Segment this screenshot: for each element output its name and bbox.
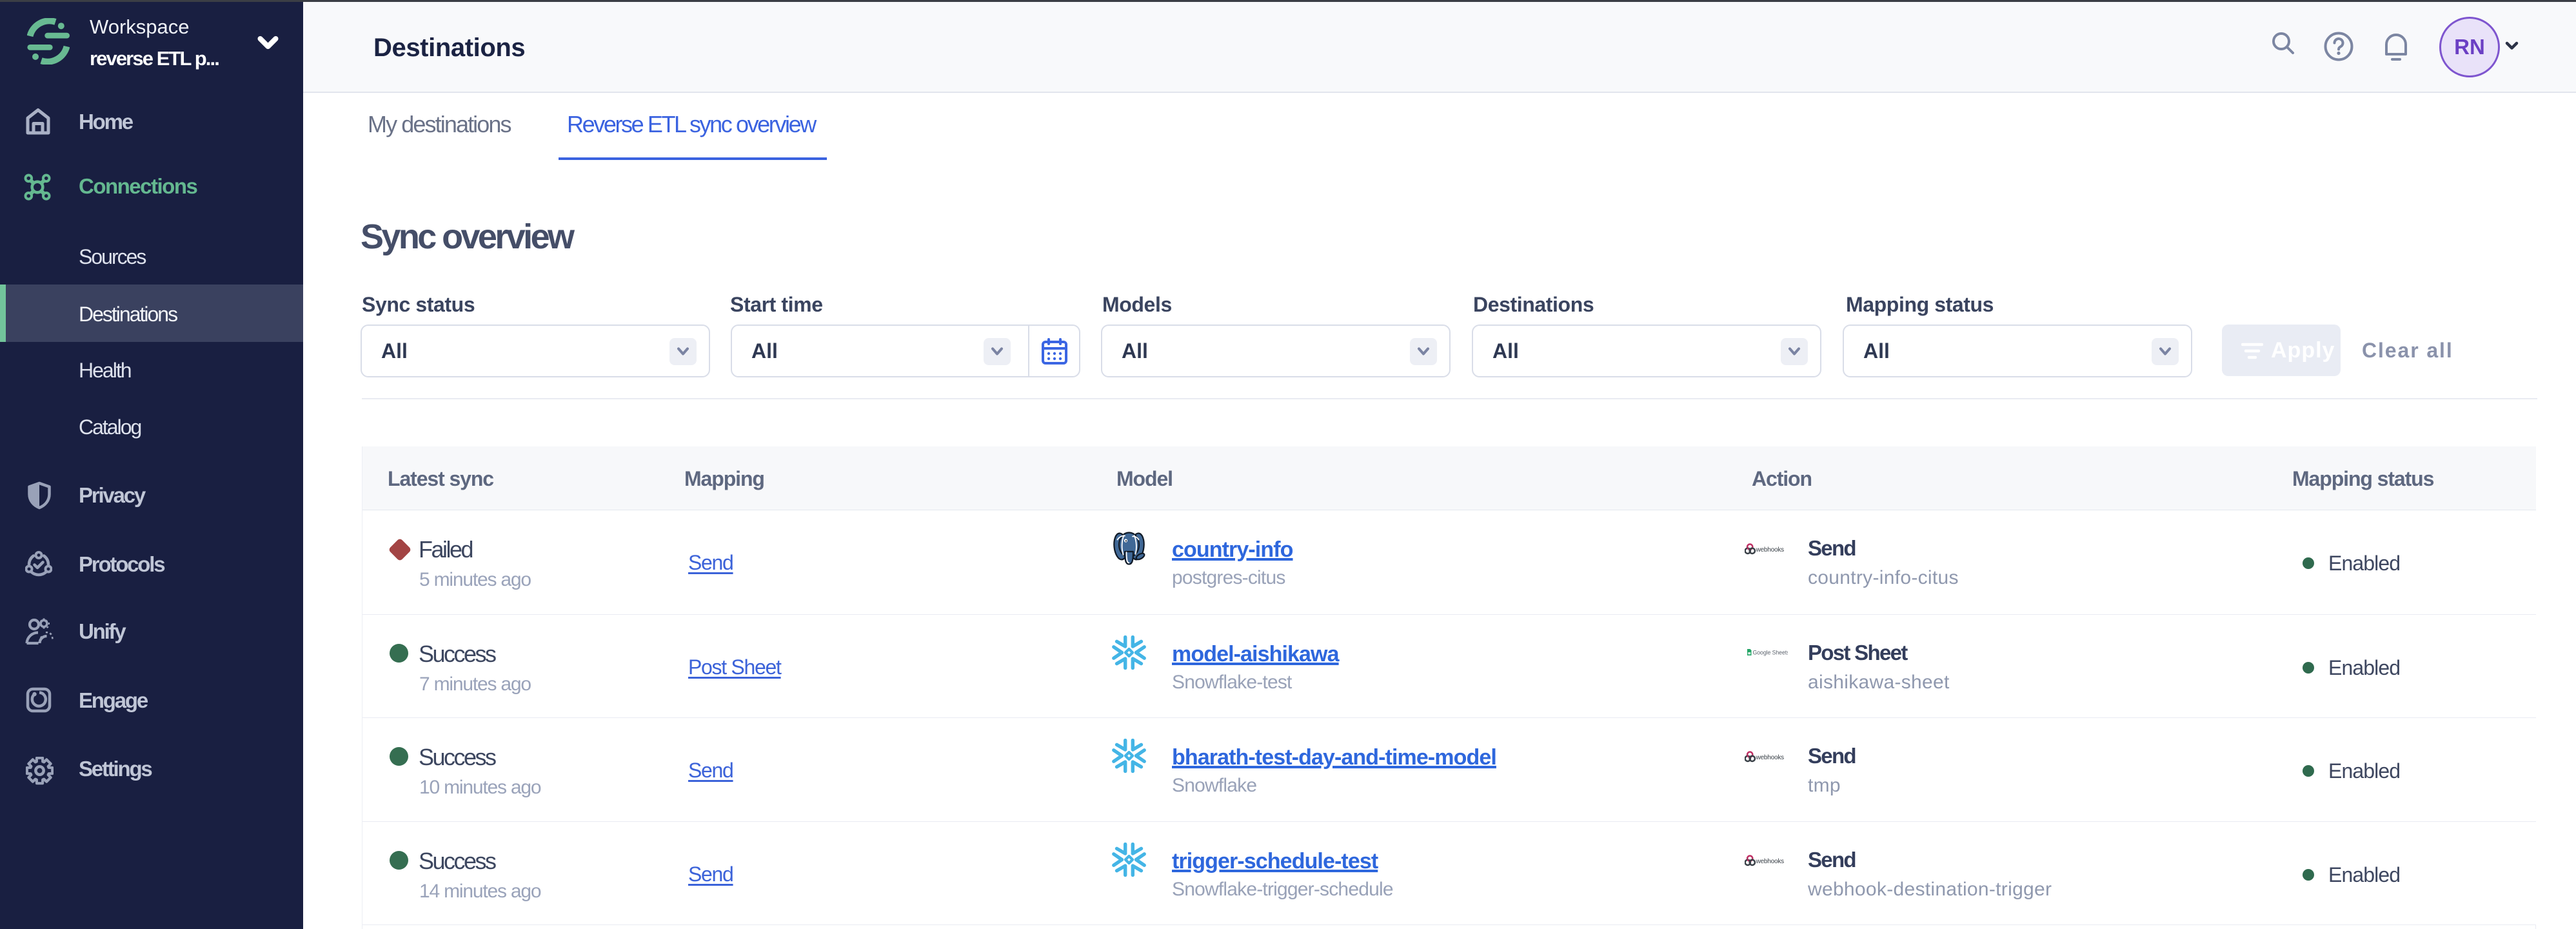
svg-text:webhooks: webhooks — [1756, 546, 1785, 554]
svg-text:webhooks: webhooks — [1756, 754, 1785, 761]
svg-text:Google Sheets: Google Sheets — [1753, 649, 1788, 655]
svg-text:webhooks: webhooks — [1756, 858, 1785, 865]
